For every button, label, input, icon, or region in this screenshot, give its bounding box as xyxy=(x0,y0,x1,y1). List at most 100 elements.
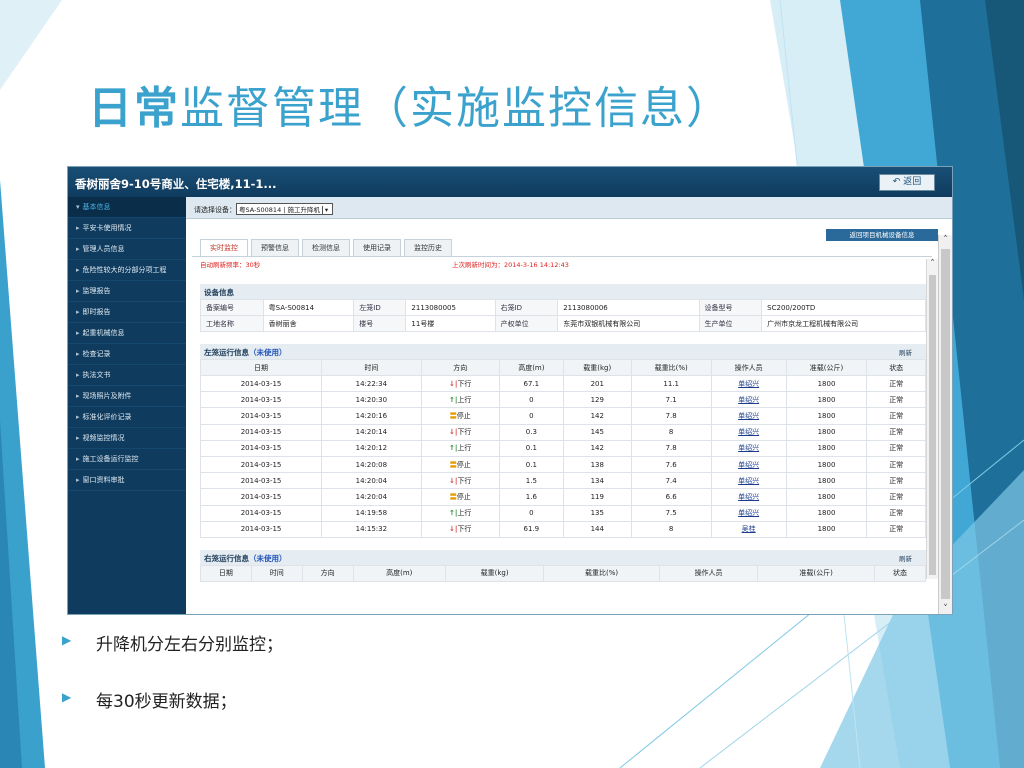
column-header: 高度(m) xyxy=(352,564,447,582)
table-cell: 201 xyxy=(562,374,632,393)
back-to-equipment-button[interactable]: 返回项目机械设备信息 xyxy=(826,229,938,241)
sidebar-item[interactable]: ▸ 检查记录 xyxy=(68,344,186,365)
scroll-down-icon[interactable]: ˅ xyxy=(939,604,952,614)
sidebar-item[interactable]: ▾ 基本信息 xyxy=(68,197,186,218)
sidebar-item-label: 标准化评价记录 xyxy=(82,413,132,421)
stop-icon: 〓 xyxy=(449,492,457,501)
scroll-up-icon[interactable]: ˄ xyxy=(939,235,952,245)
bullet-text: 每30秒更新数据； xyxy=(96,692,237,712)
bullet-list: ▶ 升降机分左右分别监控； ▶ 每30秒更新数据； xyxy=(62,630,283,744)
scroll-up-icon[interactable]: ˄ xyxy=(927,259,938,269)
table-cell: 2014-03-15 xyxy=(199,439,323,457)
sidebar-item-label: 监理报告 xyxy=(82,287,111,295)
sidebar-item[interactable]: ▸ 执法文书 xyxy=(68,365,186,386)
operator-link[interactable]: 单绍兴 xyxy=(710,504,787,522)
sidebar-item[interactable]: ▸ 施工设备运行监控 xyxy=(68,449,186,470)
column-header: 高度(m) xyxy=(498,359,564,376)
sidebar-item[interactable]: ▸ 监理报告 xyxy=(68,281,186,302)
caret-right-icon: ▸ xyxy=(76,308,80,316)
sidebar-item[interactable]: ▸ 窗口资料审批 xyxy=(68,470,186,491)
left-cage-refresh-button[interactable]: 刷新 xyxy=(899,347,912,357)
operator-link[interactable]: 单绍兴 xyxy=(710,391,787,409)
table-cell: 1800 xyxy=(785,423,868,441)
table-cell: 1800 xyxy=(785,391,868,409)
operator-link[interactable]: 吴桂 xyxy=(710,520,787,538)
table-cell: ↓|下行 xyxy=(420,374,500,393)
sidebar-item[interactable]: ▸ 起重机械信息 xyxy=(68,323,186,344)
inner-scrollbar[interactable]: ˄ xyxy=(926,259,938,579)
table-cell: 正常 xyxy=(866,520,926,538)
operator-link[interactable]: 单绍兴 xyxy=(710,423,787,441)
table-cell: 正常 xyxy=(866,472,926,490)
table-cell: 〓停止 xyxy=(420,488,500,506)
caret-right-icon: ▸ xyxy=(76,350,80,358)
inner-scroll-thumb[interactable] xyxy=(929,275,936,575)
sidebar-item-label: 平安卡使用情况 xyxy=(82,224,132,232)
tab[interactable]: 监控历史 xyxy=(404,239,452,256)
caret-right-icon: ▸ xyxy=(76,413,80,421)
tab[interactable]: 实时监控 xyxy=(200,239,248,256)
sidebar-item-label: 窗口资料审批 xyxy=(82,476,125,484)
sidebar-item[interactable]: ▸ 平安卡使用情况 xyxy=(68,218,186,239)
table-cell: 正常 xyxy=(866,504,926,522)
right-cage-table: 日期 时间 方向 高度(m) 载重(kg) 载重比(%) 操作人员 准载(公斤) 状态 xyxy=(200,564,926,582)
table-cell: 1800 xyxy=(785,374,868,393)
sidebar-item[interactable]: ▸ 危险性较大的分部分项工程 xyxy=(68,260,186,281)
info-label: 右笼ID xyxy=(494,299,559,316)
left-cage-status: （未使用） xyxy=(249,348,287,357)
direction-label: 停止 xyxy=(456,411,471,420)
sidebar-item-label: 即时报告 xyxy=(82,308,111,316)
sidebar-item[interactable]: ▸ 即时报告 xyxy=(68,302,186,323)
device-select-value: 粤SA-S00814 | 施工升降机 xyxy=(239,206,321,214)
operator-link[interactable]: 单绍兴 xyxy=(710,439,787,457)
operator-link[interactable]: 单绍兴 xyxy=(710,472,787,490)
bullet-triangle-icon: ▶ xyxy=(62,690,72,704)
table-cell: 7.6 xyxy=(630,455,712,474)
operator-link[interactable]: 单绍兴 xyxy=(710,488,787,506)
operator-link[interactable]: 单绍兴 xyxy=(710,374,787,393)
table-cell: 14:19:58 xyxy=(321,504,422,522)
table-row: 2014-03-15 14:20:04 ↓|下行 1.5 134 7.4 单绍兴 1800 正常 xyxy=(199,472,926,490)
refresh-info: 自动刷新频率：30秒 上次刷新时间为：2014-3-16 14:12:43 xyxy=(200,259,926,272)
table-cell: 2014-03-15 xyxy=(199,407,323,425)
table-cell: 〓停止 xyxy=(420,407,500,425)
table-row: 2014-03-15 14:20:12 ↑|上行 0.1 142 7.8 单绍兴 1800 正常 xyxy=(199,439,926,457)
caret-right-icon: ▸ xyxy=(76,371,80,379)
tab[interactable]: 检测信息 xyxy=(302,239,350,256)
table-cell: 〓停止 xyxy=(420,455,500,474)
outer-scrollbar[interactable]: ˄ ˅ xyxy=(938,235,952,614)
table-cell: 1800 xyxy=(785,407,868,425)
right-cage-header: 右笼运行信息（未使用） 刷新 xyxy=(200,549,926,565)
table-cell: 142 xyxy=(562,407,632,425)
table-cell: ↑|上行 xyxy=(420,504,500,522)
tab[interactable]: 预警信息 xyxy=(251,239,299,256)
info-value: 2113080005 xyxy=(405,299,496,316)
table-cell: 14:15:32 xyxy=(321,520,422,538)
table-cell: 2014-03-15 xyxy=(199,472,323,490)
back-button[interactable]: ↶ 返回 xyxy=(879,174,935,191)
table-cell: 正常 xyxy=(866,374,926,393)
device-info-header: 设备信息 xyxy=(200,284,926,299)
tab-divider xyxy=(192,256,932,257)
outer-scroll-thumb[interactable] xyxy=(941,249,950,599)
info-label: 楼号 xyxy=(353,315,407,332)
table-cell: 6.6 xyxy=(630,488,712,506)
window-titlebar: 香树丽舍9-10号商业、住宅楼,11-1... ↶ 返回 xyxy=(68,167,952,197)
right-cage-refresh-button[interactable]: 刷新 xyxy=(899,553,912,563)
direction-label: 上行 xyxy=(457,509,472,518)
info-value: 广州市京龙工程机械有限公司 xyxy=(761,315,926,332)
device-select[interactable]: 粤SA-S00814 | 施工升降机 ▾ xyxy=(236,203,334,215)
column-header: 准载(公斤) xyxy=(785,359,868,376)
sidebar-item[interactable]: ▸ 管理人员信息 xyxy=(68,239,186,260)
tab[interactable]: 使用记录 xyxy=(353,239,401,256)
operator-link[interactable]: 单绍兴 xyxy=(710,455,787,474)
column-header: 操作人员 xyxy=(658,564,759,582)
sidebar-item[interactable]: ▸ 标准化评价记录 xyxy=(68,407,186,428)
sidebar-item[interactable]: ▸ 现场照片及附件 xyxy=(68,386,186,407)
sidebar-item-label: 检查记录 xyxy=(82,350,111,358)
column-header: 载重(kg) xyxy=(445,564,545,582)
sidebar-item[interactable]: ▸ 视频监控情况 xyxy=(68,428,186,449)
column-header: 时间 xyxy=(250,564,303,582)
table-row: 2014-03-15 14:15:32 ↓|下行 61.9 144 8 吴桂 1800 正常 xyxy=(199,520,926,538)
operator-link[interactable]: 单绍兴 xyxy=(710,407,787,425)
